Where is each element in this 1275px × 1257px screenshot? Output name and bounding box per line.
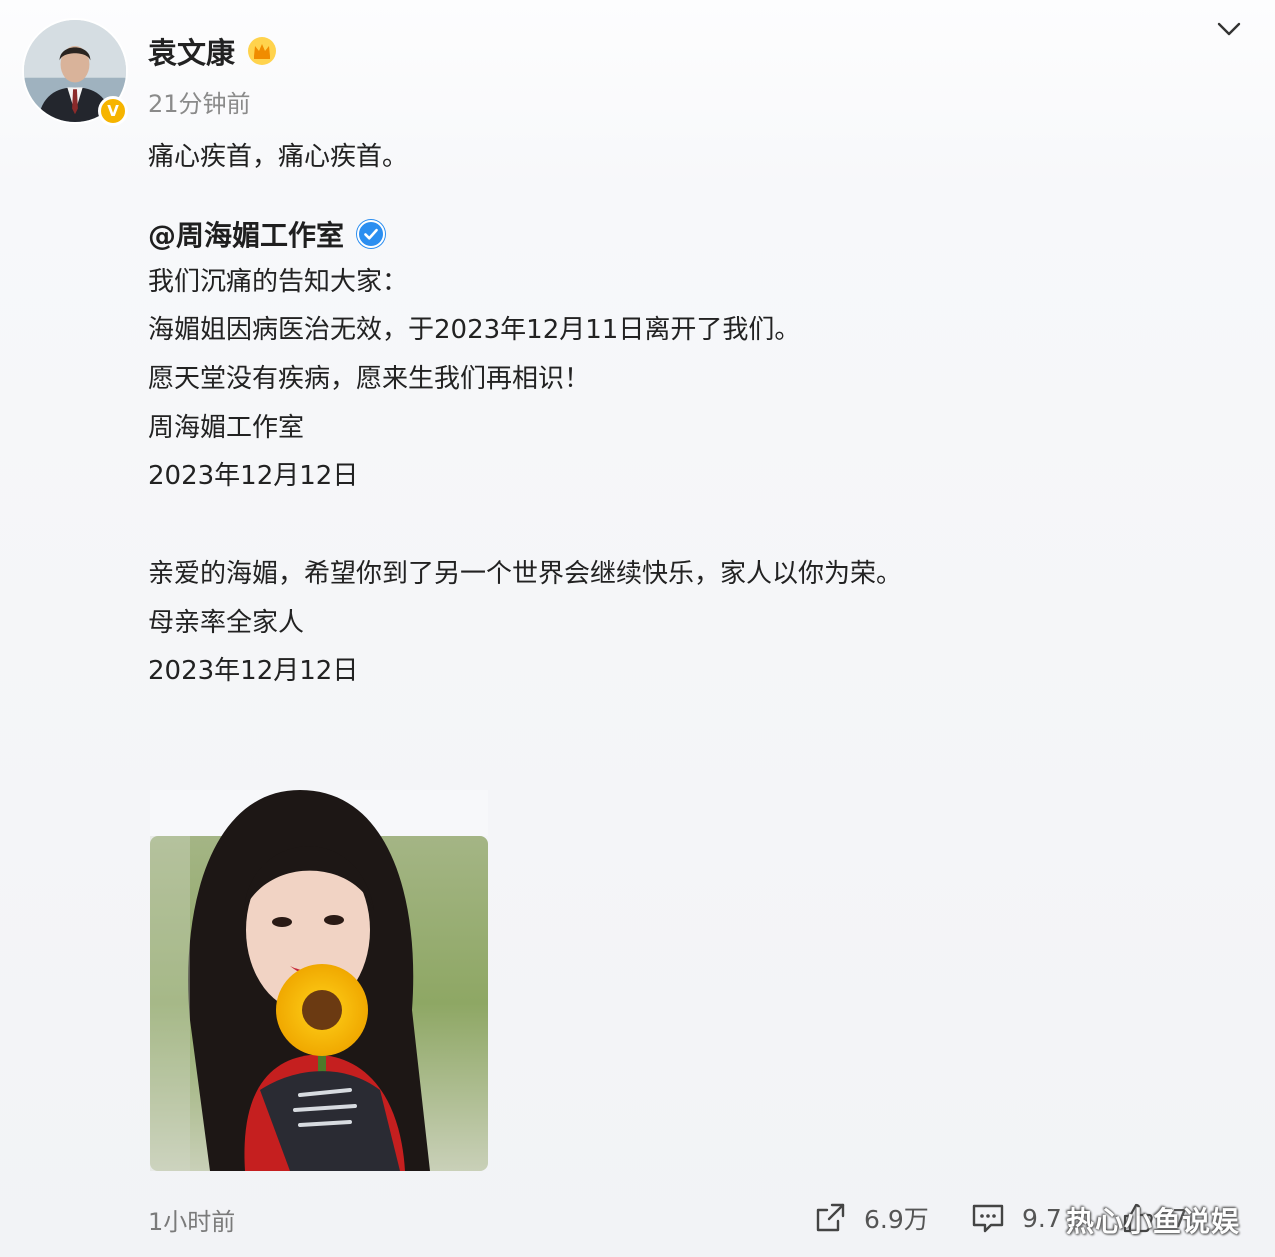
watermark: 热心小鱼说娱	[1066, 1205, 1241, 1238]
mention-link[interactable]: @周海媚工作室	[148, 214, 344, 254]
repost-line: 母亲率全家人	[148, 608, 305, 638]
repost-line: 海媚姐因病医治无效，于2023年12月11日离开了我们。	[148, 315, 801, 345]
comment-icon	[972, 1204, 1004, 1233]
repost-line: 愿天堂没有疾病，愿来生我们再相识！	[148, 364, 591, 394]
repost-line: 亲爱的海媚，希望你到了另一个世界会继续快乐，家人以你为荣。	[148, 559, 903, 589]
repost-line: 2023年12月12日	[148, 461, 359, 491]
post-image[interactable]	[150, 790, 488, 1171]
verified-icon	[357, 220, 385, 248]
footer-timestamp: 1小时前	[148, 1208, 236, 1236]
share-icon	[816, 1203, 845, 1232]
repost-line: 我们沉痛的告知大家：	[148, 267, 409, 297]
post-text: 痛心疾首，痛心疾首。	[148, 142, 409, 172]
comment-button[interactable]: 9.7	[970, 1198, 1062, 1238]
repost-line: 2023年12月12日	[148, 656, 359, 686]
gold-verified-icon: V	[98, 96, 128, 126]
repost-line: 周海媚工作室	[148, 413, 305, 443]
share-button[interactable]: 6.9万	[812, 1198, 929, 1238]
author-name[interactable]: 袁文康	[148, 30, 235, 72]
crown-icon	[248, 37, 276, 65]
chevron-down-icon[interactable]	[1214, 14, 1244, 44]
comment-count: 9.7	[1022, 1203, 1062, 1233]
weibo-post: V 袁文康 21分钟前 痛心疾首，痛心疾首。 @周海媚工作室 我们沉痛的告知大家…	[0, 0, 1275, 1257]
share-count: 6.9万	[864, 1205, 929, 1234]
post-timestamp: 21分钟前	[148, 90, 251, 118]
